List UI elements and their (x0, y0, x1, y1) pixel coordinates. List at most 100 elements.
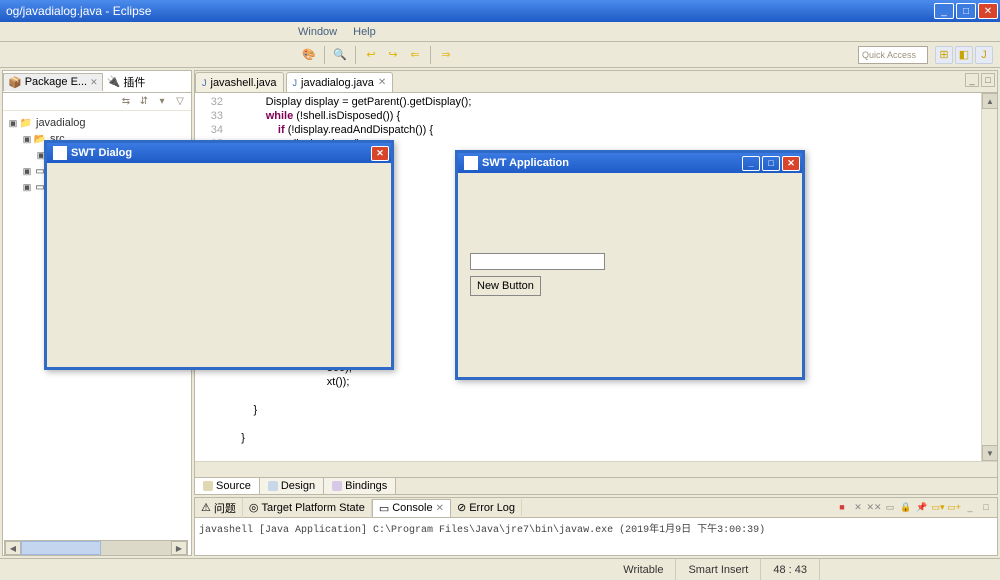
maximize-view-icon[interactable]: □ (981, 73, 995, 87)
minimize-button[interactable]: _ (742, 156, 760, 171)
scroll-down-icon[interactable]: ▼ (982, 445, 997, 461)
view-menu-icon[interactable]: ▽ (173, 95, 187, 109)
menu-help[interactable]: Help (345, 24, 384, 40)
console-tab[interactable]: ▭Console ✕ (372, 499, 451, 517)
status-insert-mode: Smart Insert (676, 559, 761, 580)
swt-dialog-titlebar[interactable]: SWT Dialog ✕ (47, 143, 391, 163)
perspective-switcher: ⊞ ◧ J (934, 46, 994, 64)
dialog-title: SWT Dialog (71, 147, 132, 159)
minimize-view-icon[interactable]: _ (963, 500, 977, 514)
minimize-view-icon[interactable]: _ (965, 73, 979, 87)
target-icon: ◎ (249, 501, 259, 514)
package-icon: 📦 (8, 76, 22, 89)
scroll-up-icon[interactable]: ▲ (982, 93, 997, 109)
swt-app-titlebar[interactable]: SWT Application _ □ ✕ (458, 153, 802, 173)
tab-label: 问题 (214, 500, 236, 516)
source-tab[interactable]: Source (195, 478, 260, 494)
plugins-tab[interactable]: 🔌 插件 (103, 72, 150, 92)
close-button[interactable]: ✕ (782, 156, 800, 171)
java-perspective-icon[interactable]: J (975, 46, 993, 64)
status-cursor-pos: 48 : 43 (761, 559, 820, 580)
problems-icon: ⚠ (201, 501, 211, 514)
dialog-body (47, 163, 391, 367)
design-tab[interactable]: Design (260, 478, 324, 494)
error-log-tab[interactable]: ⊘Error Log (451, 499, 522, 516)
toolbar: 🎨 🔍 ↩ ↪ ⇐ ⇒ Quick Access ⊞ ◧ J (0, 42, 1000, 68)
expand-toggle[interactable]: ▣ (21, 134, 33, 145)
target-platform-tab[interactable]: ◎Target Platform State (243, 499, 372, 516)
link-editor-icon[interactable]: ⇵ (137, 95, 151, 109)
problems-tab[interactable]: ⚠问题 (195, 498, 243, 518)
close-icon[interactable]: ✕ (436, 503, 444, 514)
text-input[interactable] (470, 253, 605, 270)
nav-next-icon[interactable]: ↪ (384, 46, 402, 64)
expand-toggle[interactable]: ▣ (7, 118, 19, 129)
tab-label: Design (281, 480, 315, 492)
plugin-perspective-icon[interactable]: ◧ (955, 46, 973, 64)
design-icon (268, 481, 278, 491)
maximize-button[interactable]: □ (762, 156, 780, 171)
editor-mode-tabs: Source Design Bindings (194, 478, 998, 495)
nav-forward-icon[interactable]: ⇒ (437, 46, 455, 64)
clear-console-icon[interactable]: ▭ (883, 500, 897, 514)
terminate-icon[interactable]: ■ (835, 500, 849, 514)
remove-all-icon[interactable]: ✕✕ (867, 500, 881, 514)
tab-label: Error Log (469, 502, 515, 514)
plugin-icon: 🔌 (107, 75, 121, 88)
swt-application-window[interactable]: SWT Application _ □ ✕ New Button (455, 150, 805, 380)
remove-launch-icon[interactable]: ✕ (851, 500, 865, 514)
scroll-right-icon[interactable]: ▶ (171, 541, 187, 555)
console-tabs: ⚠问题 ◎Target Platform State ▭Console ✕ ⊘E… (195, 498, 997, 518)
close-button[interactable]: ✕ (978, 3, 998, 19)
console-output[interactable]: javashell [Java Application] C:\Program … (195, 518, 997, 555)
scroll-thumb[interactable] (21, 541, 101, 555)
scroll-left-icon[interactable]: ◀ (5, 541, 21, 555)
bindings-icon (332, 481, 342, 491)
collapse-all-icon[interactable]: ⇆ (119, 95, 133, 109)
editor-minmax: _ □ (965, 73, 995, 87)
pin-console-icon[interactable]: 📌 (915, 500, 929, 514)
search-icon[interactable]: 🔍 (331, 46, 349, 64)
editor-tab-javadialog[interactable]: J javadialog.java ✕ (286, 72, 394, 92)
menu-bar: Window Help (0, 22, 1000, 42)
view-toolbar: ⇆ ⇵ ▾ ▽ (3, 93, 191, 111)
open-console-icon[interactable]: ▭+ (947, 500, 961, 514)
maximize-view-icon[interactable]: □ (979, 500, 993, 514)
open-perspective-icon[interactable]: ⊞ (935, 46, 953, 64)
minimize-button[interactable]: _ (934, 3, 954, 19)
view-tabs: 📦 Package E... ✕ 🔌 插件 (3, 71, 191, 93)
app-body: New Button (458, 173, 802, 377)
close-icon[interactable]: ✕ (90, 77, 98, 88)
expand-toggle[interactable]: ▣ (21, 182, 33, 193)
tab-label: javadialog.java (301, 77, 374, 89)
window-title: og/javadialog.java - Eclipse (6, 4, 932, 18)
close-button[interactable]: ✕ (371, 146, 389, 161)
close-icon[interactable]: ✕ (378, 77, 386, 88)
quick-access-field[interactable]: Quick Access (858, 46, 928, 64)
status-bar: Writable Smart Insert 48 : 43 (0, 558, 1000, 580)
package-explorer-tab[interactable]: 📦 Package E... ✕ (3, 73, 103, 91)
vertical-scrollbar[interactable]: ▲ ▼ (981, 93, 997, 461)
source-icon (203, 481, 213, 491)
app-title: SWT Application (482, 157, 569, 169)
filter-icon[interactable]: ▾ (155, 95, 169, 109)
nav-prev-icon[interactable]: ↩ (362, 46, 380, 64)
console-icon: ▭ (379, 502, 389, 515)
project-icon: 📁 (19, 116, 33, 130)
nav-back-icon[interactable]: ⇐ (406, 46, 424, 64)
horizontal-scrollbar[interactable] (195, 461, 997, 477)
bindings-tab[interactable]: Bindings (324, 478, 396, 494)
title-bar[interactable]: og/javadialog.java - Eclipse _ □ ✕ (0, 0, 1000, 22)
separator (324, 46, 325, 64)
display-console-icon[interactable]: ▭▾ (931, 500, 945, 514)
expand-toggle[interactable]: ▣ (21, 166, 33, 177)
editor-tab-javashell[interactable]: J javashell.java (195, 72, 284, 92)
scroll-lock-icon[interactable]: 🔒 (899, 500, 913, 514)
left-pane-scrollbar[interactable]: ◀ ▶ (4, 540, 188, 556)
menu-window[interactable]: Window (290, 24, 345, 40)
palette-icon[interactable]: 🎨 (300, 46, 318, 64)
new-button[interactable]: New Button (470, 276, 541, 296)
tree-project[interactable]: ▣ 📁 javadialog (7, 115, 187, 131)
swt-dialog-window[interactable]: SWT Dialog ✕ (44, 140, 394, 370)
maximize-button[interactable]: □ (956, 3, 976, 19)
